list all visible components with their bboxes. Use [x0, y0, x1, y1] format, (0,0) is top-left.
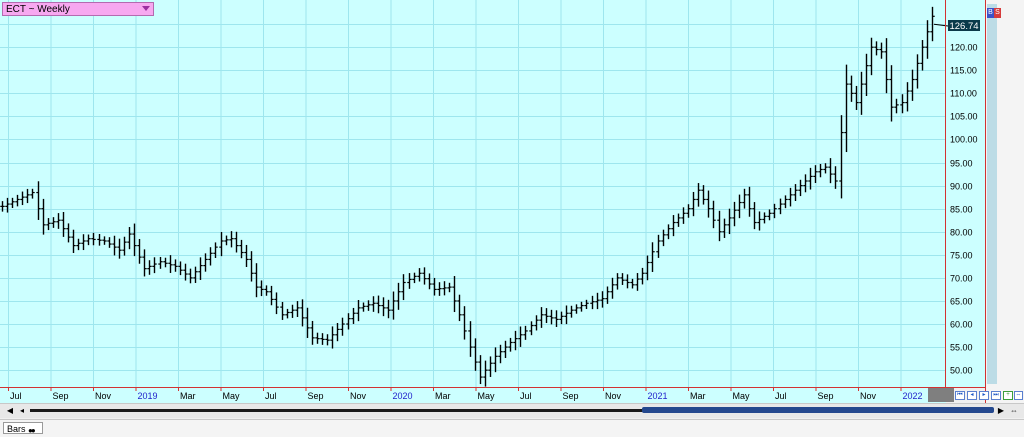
x-tick-label: Sep: [308, 391, 324, 401]
dropdown-arrow-icon[interactable]: [142, 6, 150, 11]
x-tick-label: Sep: [818, 391, 834, 401]
x-tick-label: Nov: [95, 391, 112, 401]
nav-next-icon[interactable]: ▸: [979, 391, 989, 400]
y-tick-label: 60.00: [950, 320, 973, 330]
x-tick-label: May: [223, 391, 241, 401]
chart-svg: 50.00 55.00 60.00 65.00 70.00 75.00 80.00 85.00…: [0, 0, 1024, 403]
y-tick-label: 115.00: [950, 66, 977, 76]
x-tick-label: Sep: [53, 391, 69, 401]
horizontal-scrollbar[interactable]: ◀ ◂ ▶ ⇔: [0, 403, 1024, 418]
nav-zoom-icon[interactable]: +: [1003, 391, 1013, 400]
y-tick-label: 50.00: [950, 366, 973, 376]
x-tick-label: Nov: [605, 391, 622, 401]
right-scrollbar[interactable]: [987, 4, 997, 384]
x-tick-label: May: [478, 391, 496, 401]
link-icon: ●●: [28, 426, 36, 435]
x-tick-label: Jul: [265, 391, 277, 401]
x-tick-label: 2022: [903, 391, 923, 401]
nav-first-icon[interactable]: ⏮: [955, 391, 965, 400]
x-tick-label: Mar: [435, 391, 451, 401]
x-tick-label: 2021: [648, 391, 668, 401]
last-price-label: 126.74: [949, 21, 978, 32]
nav-prev-icon[interactable]: ◂: [967, 391, 977, 400]
sell-badge[interactable]: S: [994, 8, 1001, 18]
scroll-thumb[interactable]: [642, 407, 994, 413]
status-bar: Bars ●●: [0, 419, 1024, 437]
x-tick-label: Mar: [690, 391, 706, 401]
bars-tab[interactable]: Bars ●●: [3, 422, 43, 435]
y-tick-label: 110.00: [950, 89, 977, 99]
x-tick-label: 2019: [138, 391, 158, 401]
y-tick-label: 100.00: [950, 135, 978, 145]
x-tick-label: Sep: [563, 391, 579, 401]
y-tick-label: 80.00: [950, 228, 973, 238]
y-tick-label: 90.00: [950, 182, 973, 192]
bars-tab-label: Bars: [7, 424, 26, 434]
chart-root: 50.00 55.00 60.00 65.00 70.00 75.00 80.00 85.00…: [0, 0, 1024, 437]
y-tick-label: 95.00: [950, 159, 973, 169]
x-tick-label: Nov: [860, 391, 877, 401]
scroll-left-icon[interactable]: ◀: [4, 405, 16, 416]
scroll-left-small-icon[interactable]: ◂: [16, 405, 28, 416]
scroll-right-icon[interactable]: ▶: [995, 405, 1007, 416]
buy-badge[interactable]: B: [987, 8, 994, 18]
y-tick-label: 120.00: [950, 43, 978, 53]
scroll-expand-icon[interactable]: ⇔: [1008, 405, 1020, 416]
corner-block: [928, 388, 954, 402]
last-price-marker: 126.74: [948, 20, 980, 32]
symbol-selector[interactable]: ECT ~ Weekly: [2, 2, 154, 16]
x-tick-label: Nov: [350, 391, 367, 401]
y-tick-label: 55.00: [950, 343, 973, 353]
nav-fit-icon[interactable]: ⇔: [1014, 391, 1023, 400]
y-tick-label: 75.00: [950, 251, 973, 261]
x-tick-label: 2020: [393, 391, 413, 401]
x-tick-label: Jul: [775, 391, 787, 401]
x-tick-label: Mar: [180, 391, 196, 401]
nav-last-icon[interactable]: ⏭: [991, 391, 1001, 400]
y-tick-label: 105.00: [950, 112, 978, 122]
x-tick-label: Jul: [10, 391, 22, 401]
x-tick-label: May: [733, 391, 751, 401]
plot-background: [0, 0, 946, 387]
y-tick-label: 70.00: [950, 274, 973, 284]
y-tick-label: 85.00: [950, 205, 973, 215]
y-tick-label: 65.00: [950, 297, 973, 307]
x-tick-label: Jul: [520, 391, 532, 401]
symbol-label: ECT ~ Weekly: [6, 4, 70, 15]
